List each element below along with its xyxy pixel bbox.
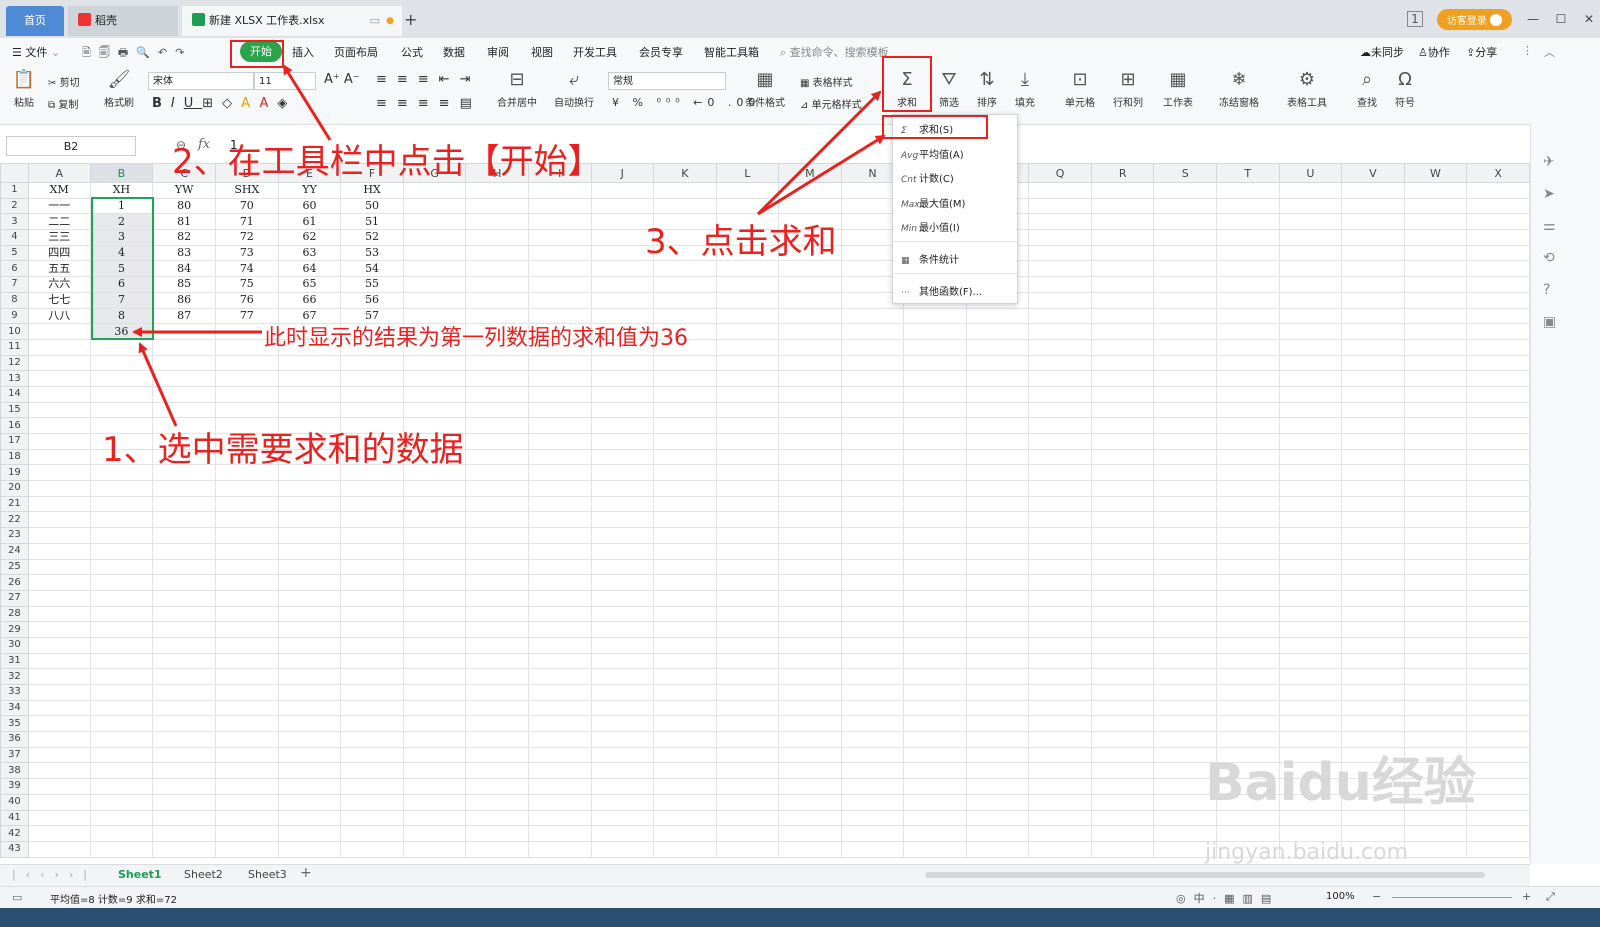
highlight-start-menu: [230, 40, 284, 68]
arrow-to-start: [282, 64, 332, 141]
annotation-result-note: 此时显示的结果为第一列数据的求和值为36: [264, 326, 688, 351]
annotation-step2: 2、在工具栏中点击【开始】: [172, 142, 602, 182]
highlight-sum-item: [882, 115, 988, 139]
annotation-step1: 1、选中需要求和的数据: [102, 430, 464, 470]
highlight-sum-button: [882, 56, 932, 112]
arrow-to-selection: [138, 342, 178, 427]
arrow-to-sum-item: [757, 134, 886, 216]
arrow-to-sum-button: [756, 90, 882, 216]
annotation-step3: 3、点击求和: [645, 222, 837, 262]
